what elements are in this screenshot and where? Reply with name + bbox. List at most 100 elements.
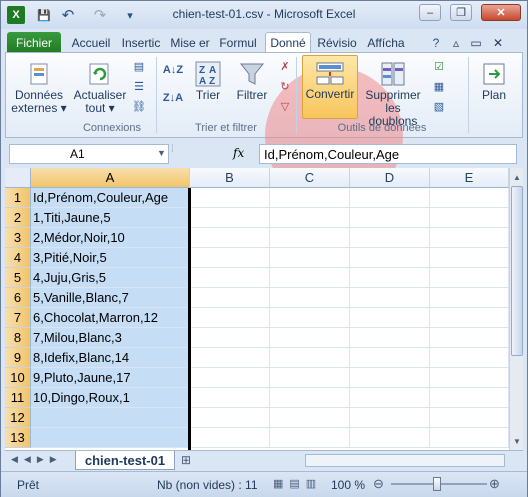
cell-b10[interactable] [190,368,270,388]
cell-c4[interactable] [270,248,350,268]
zoom-slider-thumb[interactable] [433,477,441,491]
consolidate-icon[interactable]: ▦ [430,79,448,93]
ribbon-minimize-icon[interactable]: ▵ [449,32,463,53]
donnees-externes-button[interactable]: Données externes ▾ [10,59,68,115]
cell-e4[interactable] [430,248,509,268]
zoom-in-icon[interactable]: ⊕ [489,476,500,492]
cell-a9[interactable]: 8,Idefix,Blanc,14 [31,348,190,368]
cell-b4[interactable] [190,248,270,268]
cell-e10[interactable] [430,368,509,388]
cell-a6[interactable]: 5,Vanille,Blanc,7 [31,288,190,308]
tab-accueil[interactable]: Accueil [67,32,115,53]
cell-a4[interactable]: 3,Pitié,Noir,5 [31,248,190,268]
column-header-b[interactable]: B [190,168,270,188]
convertir-button[interactable]: Convertir [302,55,358,119]
cell-b2[interactable] [190,208,270,228]
row-header-2[interactable]: 2 [5,208,31,228]
tab-fichier[interactable]: Fichier [7,32,61,53]
cell-a7[interactable]: 6,Chocolat,Marron,12 [31,308,190,328]
cell-b12[interactable] [190,408,270,428]
cell-c2[interactable] [270,208,350,228]
properties-icon[interactable]: ☰ [130,79,148,93]
cell-e2[interactable] [430,208,509,228]
edit-links-icon[interactable]: ⛓ [130,99,148,113]
cell-b1[interactable] [190,188,270,208]
fx-icon[interactable]: fx [233,146,244,160]
cell-d7[interactable] [350,308,430,328]
sheet-tab-chien-test-01[interactable]: chien-test-01 [75,451,175,470]
scroll-up-icon[interactable]: ▲ [510,170,523,184]
cell-e7[interactable] [430,308,509,328]
what-if-icon[interactable]: ▧ [430,99,448,113]
cell-d6[interactable] [350,288,430,308]
name-box[interactable]: A1 [9,144,169,164]
connexions-icon[interactable]: ▤ [130,59,148,73]
cell-c10[interactable] [270,368,350,388]
minimize-button[interactable]: – [419,4,441,21]
cell-d8[interactable] [350,328,430,348]
cell-b9[interactable] [190,348,270,368]
cell-d9[interactable] [350,348,430,368]
row-header-5[interactable]: 5 [5,268,31,288]
worksheet-grid[interactable]: A B C D E 1 Id,Prénom,Couleur,Age 2 1,Titi,… [5,168,523,450]
cell-a10[interactable]: 9,Pluto,Jaune,17 [31,368,190,388]
cell-d3[interactable] [350,228,430,248]
column-header-d[interactable]: D [350,168,430,188]
cell-c7[interactable] [270,308,350,328]
reapply-filter-icon[interactable]: ↻ [276,79,294,93]
cell-e1[interactable] [430,188,509,208]
row-header-4[interactable]: 4 [5,248,31,268]
actualiser-button[interactable]: Actualiser tout ▾ [70,59,130,115]
tab-mise-en-page[interactable]: Mise er [167,32,213,53]
cell-a3[interactable]: 2,Médor,Noir,10 [31,228,190,248]
cell-d12[interactable] [350,408,430,428]
cell-b7[interactable] [190,308,270,328]
tab-formules[interactable]: Formul [215,32,261,53]
cell-a5[interactable]: 4,Juju,Gris,5 [31,268,190,288]
cell-e8[interactable] [430,328,509,348]
doc-minimize-icon[interactable]: ▭ [469,32,483,53]
row-header-9[interactable]: 9 [5,348,31,368]
cell-d4[interactable] [350,248,430,268]
row-header-7[interactable]: 7 [5,308,31,328]
cell-a2[interactable]: 1,Titi,Jaune,5 [31,208,190,228]
sheet-nav-icons[interactable]: ◀◀▶▶ [11,454,63,465]
horizontal-scrollbar[interactable] [305,454,505,467]
cell-d11[interactable] [350,388,430,408]
row-header-1[interactable]: 1 [5,188,31,208]
advanced-filter-icon[interactable]: ▽ [276,99,294,113]
filtrer-button[interactable]: Filtrer [232,59,272,102]
column-header-e[interactable]: E [430,168,509,188]
cell-c1[interactable] [270,188,350,208]
sort-za-icon[interactable]: Z↓A [162,91,184,105]
help-icon[interactable]: ? [429,32,443,53]
cell-e11[interactable] [430,388,509,408]
cell-a11[interactable]: 10,Dingo,Roux,1 [31,388,190,408]
cell-b5[interactable] [190,268,270,288]
name-box-dropdown-icon[interactable]: ▼ [157,148,166,158]
zoom-level[interactable]: 100 % [331,478,365,492]
tab-revision[interactable]: Révisio [313,32,361,53]
cell-c3[interactable] [270,228,350,248]
sort-az-icon[interactable]: A↓Z [162,63,184,77]
cell-e6[interactable] [430,288,509,308]
vertical-scrollbar[interactable]: ▲ ▼ [509,168,523,450]
cell-d5[interactable] [350,268,430,288]
cell-b6[interactable] [190,288,270,308]
cell-c11[interactable] [270,388,350,408]
formula-input[interactable]: Id,Prénom,Couleur,Age [259,144,517,164]
cell-b13[interactable] [190,428,270,448]
cell-e5[interactable] [430,268,509,288]
view-buttons-icons[interactable]: ▦▤▥ [273,477,322,490]
tab-affichage[interactable]: Affícha [363,32,409,53]
cell-b11[interactable] [190,388,270,408]
scrollbar-thumb[interactable] [511,186,523,356]
zoom-out-icon[interactable]: ⊖ [373,476,384,492]
close-button[interactable]: ✕ [481,4,521,21]
cell-e13[interactable] [430,428,509,448]
cell-d2[interactable] [350,208,430,228]
cell-d10[interactable] [350,368,430,388]
trier-button[interactable]: ZAAZ Trier [188,59,228,102]
cell-c5[interactable] [270,268,350,288]
cell-e9[interactable] [430,348,509,368]
